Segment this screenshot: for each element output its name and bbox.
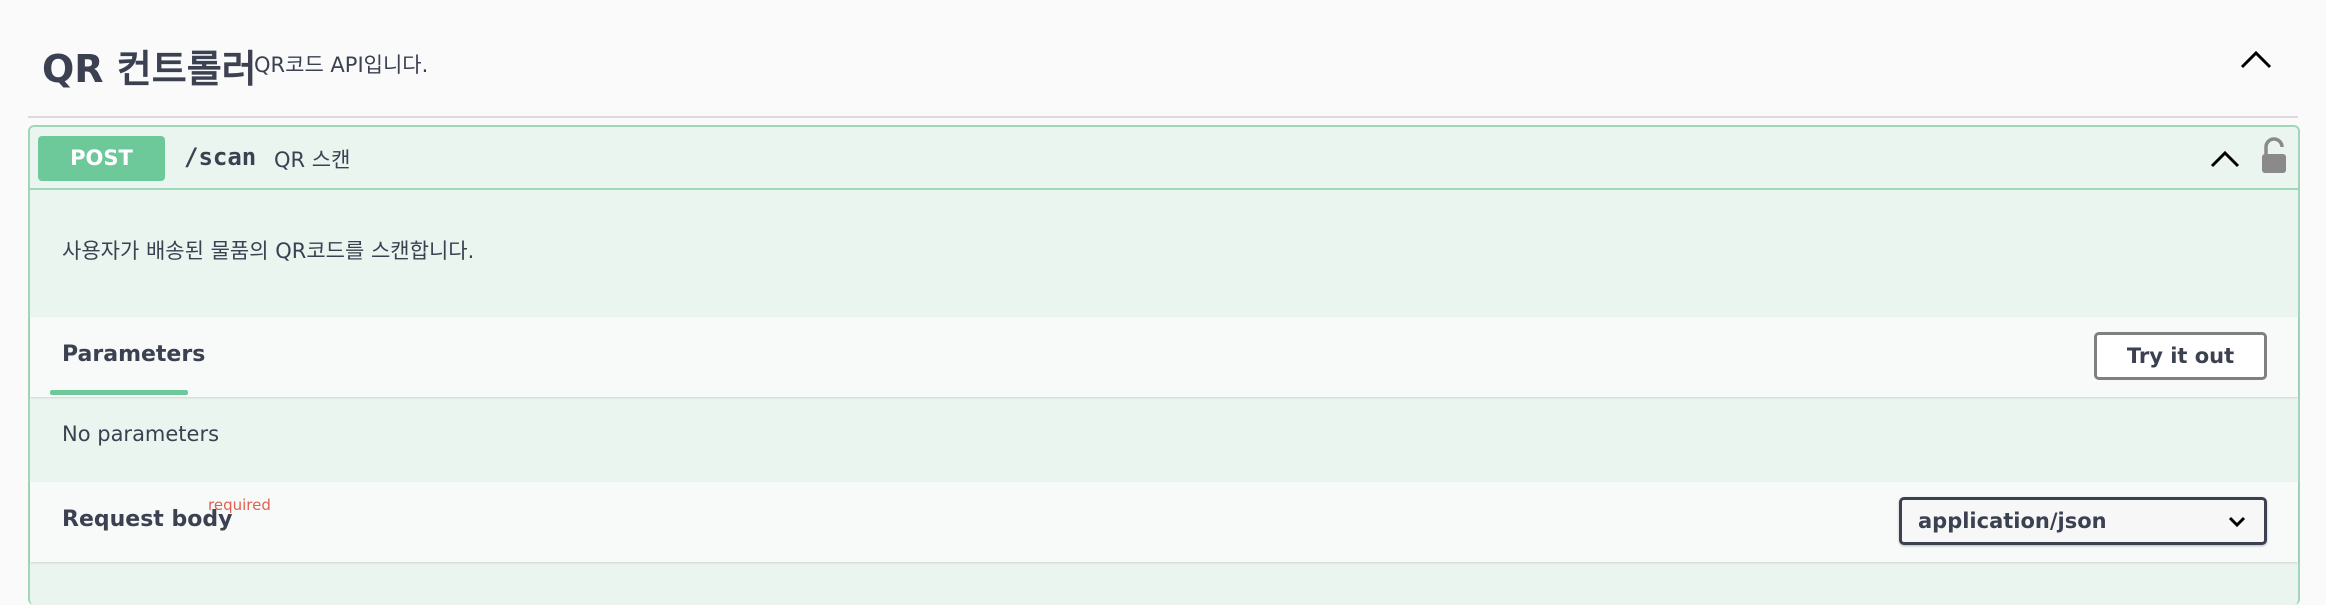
active-tab-indicator bbox=[50, 390, 188, 395]
request-body-label: Request body bbox=[62, 507, 233, 532]
operation-summary[interactable]: POST /scan QR 스캔 bbox=[30, 127, 2298, 190]
operation-block: POST /scan QR 스캔 사용자가 배송된 물품의 QR코드를 스캔합니… bbox=[28, 125, 2300, 605]
operation-summary-text: QR 스캔 bbox=[274, 148, 351, 172]
try-it-out-button[interactable]: Try it out bbox=[2094, 332, 2267, 380]
request-body-section-header: Request body required application/json bbox=[30, 482, 2298, 562]
http-method-badge: POST bbox=[38, 136, 165, 181]
tag-title: QR 컨트롤러 bbox=[42, 47, 257, 91]
unlocked-icon[interactable] bbox=[2260, 137, 2288, 175]
operation-path: /scan bbox=[184, 143, 257, 171]
tag-section-header[interactable]: QR 컨트롤러 QR코드 API입니다. bbox=[28, 0, 2298, 118]
parameters-section-header: Parameters Try it out bbox=[30, 317, 2298, 397]
chevron-down-icon bbox=[2228, 516, 2246, 528]
operation-description: 사용자가 배송된 물품의 QR코드를 스캔합니다. bbox=[62, 239, 475, 263]
required-marker: required bbox=[208, 496, 271, 514]
content-type-value: application/json bbox=[1918, 509, 2107, 533]
chevron-up-icon[interactable] bbox=[2238, 42, 2274, 78]
content-type-select[interactable]: application/json bbox=[1899, 497, 2267, 545]
no-parameters-text: No parameters bbox=[62, 422, 220, 446]
chevron-up-icon[interactable] bbox=[2208, 142, 2242, 176]
tab-parameters[interactable]: Parameters bbox=[62, 342, 205, 367]
tag-description: QR코드 API입니다. bbox=[254, 53, 429, 77]
